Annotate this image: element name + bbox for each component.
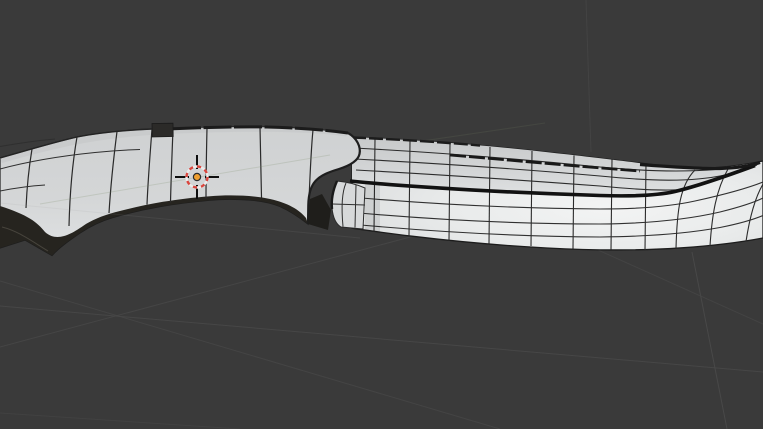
origin-dot: [193, 173, 200, 180]
3d-viewport[interactable]: [0, 0, 763, 429]
handle-top-notch: [152, 123, 173, 137]
viewport-canvas[interactable]: [0, 0, 763, 429]
blade-ricasso-shadow: [365, 182, 380, 232]
